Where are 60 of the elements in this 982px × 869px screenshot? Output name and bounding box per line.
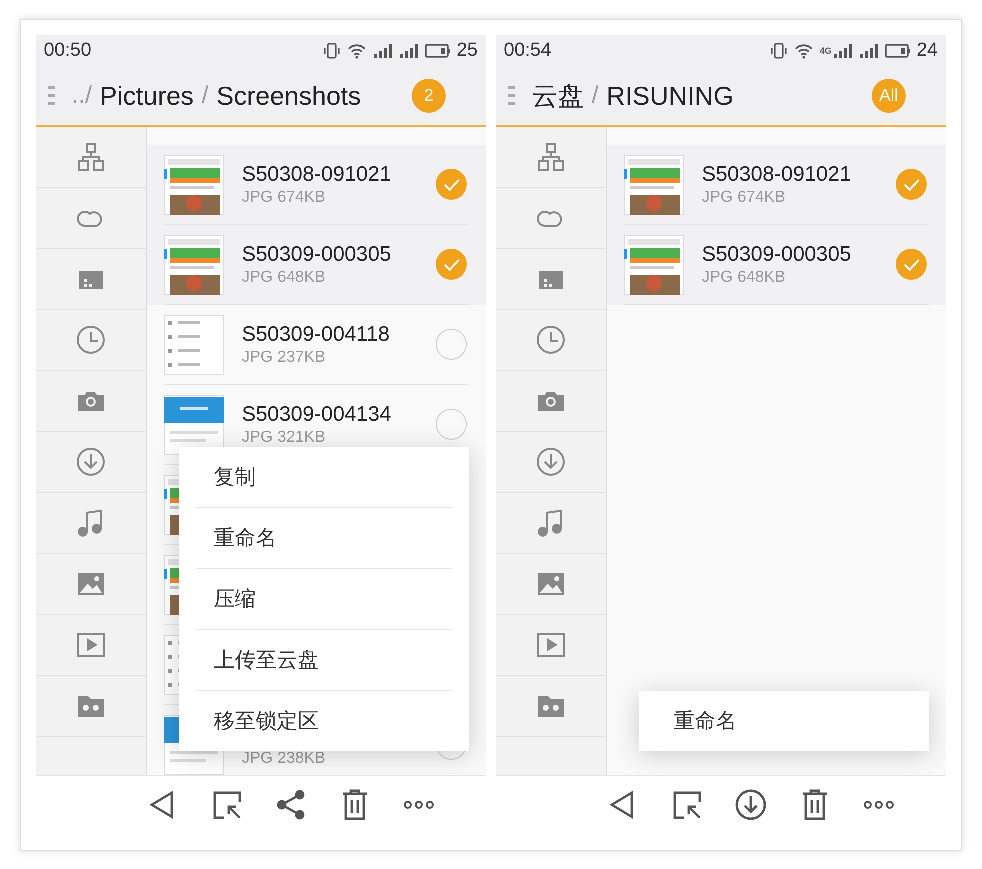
file-name: S50309-004134 [242, 402, 392, 426]
menu-item[interactable]: 上传至云盘 [196, 630, 452, 690]
file-info: JPG 238KB [242, 750, 327, 768]
menu-item[interactable]: 重命名 [196, 508, 452, 568]
file-name: S50309-000305 [702, 242, 852, 266]
status-time: 00:54 [504, 40, 552, 62]
download-icon[interactable] [75, 446, 107, 478]
file-info: JPG 674KB [242, 188, 327, 206]
check-icon [442, 178, 460, 192]
breadcrumb-item[interactable]: 云盘 [532, 78, 584, 114]
file-info: JPG 648KB [702, 268, 787, 286]
menu-item[interactable]: 移至锁定区 [196, 690, 452, 750]
breadcrumb-item[interactable]: Pictures [100, 80, 194, 112]
menu-item[interactable]: 重命名 [656, 690, 912, 750]
breadcrumb-item[interactable]: RISUNING [606, 80, 734, 112]
clock-icon[interactable] [535, 324, 567, 356]
menu-item[interactable]: 复制 [196, 446, 452, 508]
check-icon [442, 258, 460, 272]
clock-icon[interactable] [75, 324, 107, 356]
signal-icon [858, 43, 879, 59]
download-icon[interactable] [734, 788, 768, 822]
menu-item[interactable]: 压缩 [196, 568, 452, 630]
battery-level: 25 [456, 40, 478, 62]
breadcrumb-item[interactable]: Screenshots [216, 80, 362, 112]
checkbox[interactable] [896, 249, 927, 280]
checkbox[interactable] [896, 169, 927, 200]
checkbox[interactable] [436, 169, 467, 200]
check-icon [902, 258, 920, 272]
signal-icon [832, 43, 853, 59]
tree-icon[interactable] [535, 140, 567, 172]
file-name: S50309-004118 [242, 322, 391, 346]
network-label: 4G [820, 46, 832, 56]
signal-icon [398, 43, 419, 59]
file-info: JPG 321KB [242, 428, 327, 446]
check-icon [902, 178, 920, 192]
file-info: JPG 648KB [242, 268, 327, 286]
download-icon[interactable] [535, 446, 567, 478]
path-separator: / [592, 82, 599, 110]
path-separator: ../ [72, 82, 92, 110]
vibrate-icon [770, 42, 788, 60]
tree-icon[interactable] [75, 140, 107, 172]
file-name: S50308-091021 [702, 162, 852, 186]
file-name: S50308-091021 [242, 162, 392, 186]
battery-icon [424, 43, 451, 59]
path-separator: / [202, 82, 209, 110]
battery-level: 24 [916, 40, 938, 62]
file-info: JPG 674KB [702, 188, 787, 206]
status-time: 00:50 [44, 40, 92, 62]
checkbox[interactable] [436, 409, 467, 440]
file-info: JPG 237KB [242, 348, 327, 366]
checkbox[interactable] [436, 249, 467, 280]
menu-icon[interactable] [508, 85, 516, 107]
wifi-icon [346, 42, 367, 60]
menu-icon[interactable] [48, 85, 56, 107]
wifi-icon [794, 42, 814, 60]
signal-icon [372, 43, 393, 59]
vibrate-icon [322, 42, 341, 60]
battery-icon [884, 43, 911, 59]
file-name: S50309-000305 [242, 242, 392, 266]
checkbox[interactable] [436, 329, 467, 360]
